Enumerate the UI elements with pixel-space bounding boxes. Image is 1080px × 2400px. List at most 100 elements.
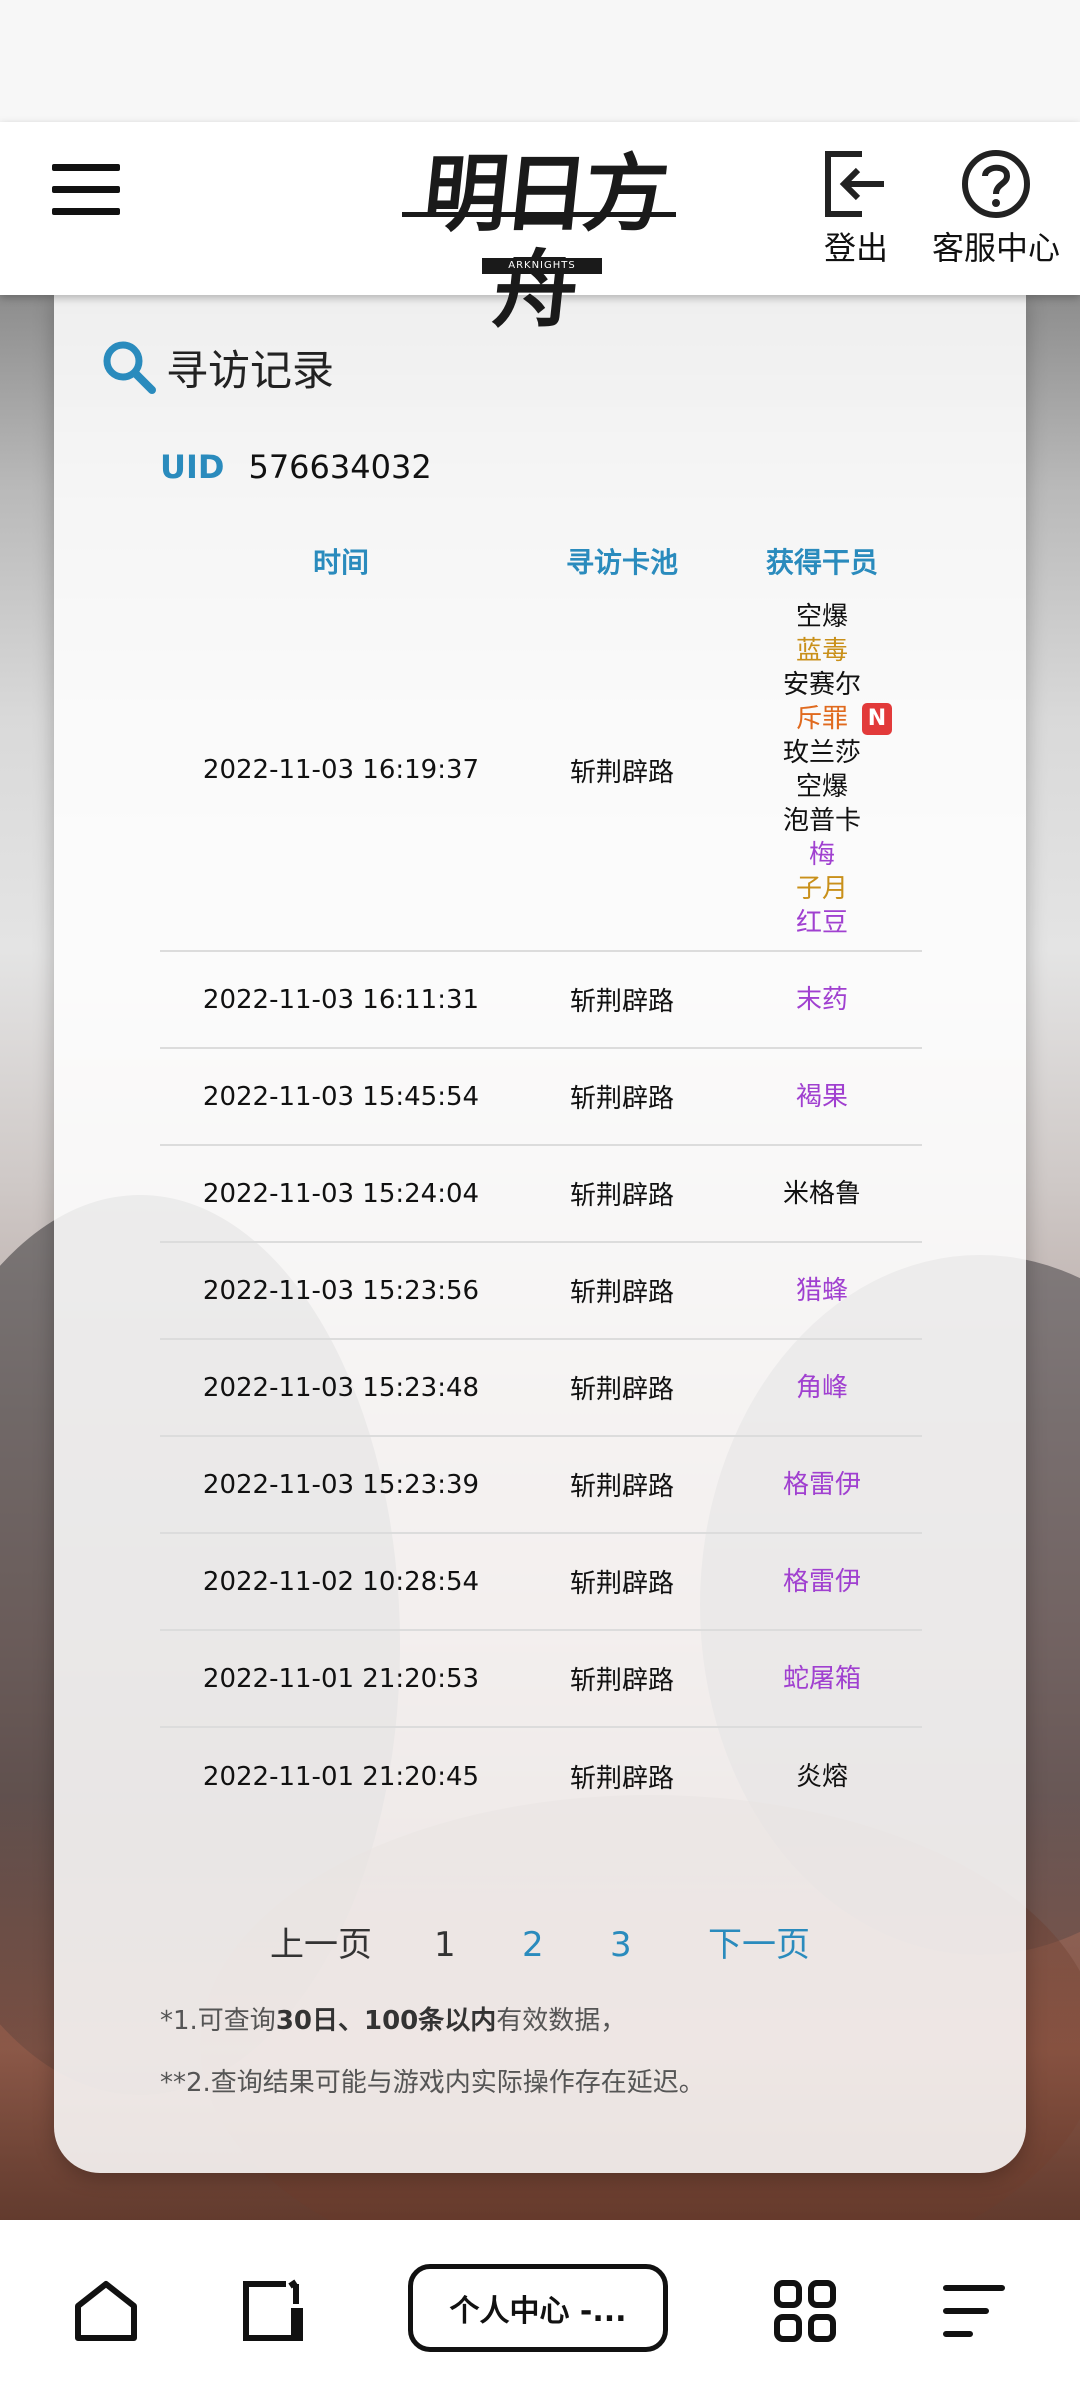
column-header-operators: 获得干员 — [765, 546, 878, 579]
bottom-nav: 个人中心 -... — [0, 2220, 1080, 2400]
record-time: 2022-11-01 21:20:45 — [202, 1761, 480, 1792]
apps-button[interactable] — [772, 2278, 838, 2348]
operator-name: 泡普卡 — [782, 806, 861, 836]
record-operators: 角峰 — [722, 1340, 922, 1435]
operator-name: 末药 — [795, 984, 848, 1015]
card-title: 寻访记录 — [100, 337, 334, 397]
operator-name: 蓝毒 — [795, 636, 848, 666]
operator-name: 子月 — [795, 874, 848, 904]
table-row: 2022-11-01 21:20:53 斩荆辟路 蛇屠箱 — [160, 1631, 922, 1728]
operator-name: 蛇屠箱 — [782, 1663, 861, 1694]
table-row: 2022-11-02 10:28:54 斩荆辟路 格雷伊 — [160, 1534, 922, 1631]
record-pool: 斩荆辟路 — [569, 1375, 674, 1405]
home-button[interactable] — [72, 2278, 140, 2348]
record-operators: 褐果 — [722, 1049, 922, 1144]
table-row: 2022-11-03 15:23:39 斩荆辟路 格雷伊 — [160, 1437, 922, 1534]
record-operators: 猎蜂 — [722, 1243, 922, 1338]
record-operators: 格雷伊 — [722, 1534, 922, 1629]
operator-name: 炎熔 — [795, 1761, 848, 1792]
prev-page-button[interactable]: 上一页 — [270, 1915, 372, 1975]
menu-icon[interactable] — [48, 160, 124, 220]
record-time: 2022-11-03 15:23:39 — [202, 1469, 480, 1500]
logo-text: 明日方舟 — [418, 144, 670, 339]
column-header-pool: 寻访卡池 — [565, 546, 678, 579]
table-row: 2022-11-03 16:19:37 斩荆辟路 空爆 蓝毒 安赛尔 斥罪 N 玫兰莎 空爆 泡普… — [160, 590, 922, 952]
record-pool: 斩荆辟路 — [569, 987, 674, 1017]
tab-icon — [243, 2279, 303, 2341]
record-pool: 斩荆辟路 — [569, 1472, 674, 1502]
apps-icon — [774, 2280, 836, 2342]
home-icon — [75, 2281, 137, 2341]
record-pool: 斩荆辟路 — [569, 757, 674, 788]
more-button[interactable] — [942, 2278, 1006, 2348]
note-query-limit: *1.可查询30日、100条以内有效数据， — [160, 2006, 627, 2036]
next-page-button[interactable]: 下一页 — [708, 1915, 810, 1975]
operator-name: 空爆 — [795, 602, 848, 632]
record-time: 2022-11-03 15:23:56 — [202, 1275, 480, 1306]
uid-value: 576634032 — [248, 448, 432, 486]
table-header: 时间 寻访卡池 获得干员 — [160, 537, 922, 589]
table-row: 2022-11-03 15:23:56 斩荆辟路 猎蜂 — [160, 1243, 922, 1340]
operator-name: 米格鲁 — [782, 1178, 861, 1209]
record-operators: 格雷伊 — [722, 1437, 922, 1532]
table-row: 2022-11-03 15:45:54 斩荆辟路 褐果 — [160, 1049, 922, 1146]
operator-name: 斥罪 N — [796, 702, 892, 736]
logout-label: 登出 — [823, 229, 888, 267]
logout-button[interactable]: 登出 — [786, 148, 926, 276]
table-row: 2022-11-03 16:11:31 斩荆辟路 末药 — [160, 952, 922, 1049]
record-time: 2022-11-03 15:24:04 — [202, 1178, 480, 1209]
operator-name: 格雷伊 — [782, 1566, 861, 1597]
service-label: 客服中心 — [931, 229, 1060, 267]
status-bar — [0, 0, 1080, 122]
note-delay: **2.查询结果可能与游戏内实际操作存在延迟。 — [160, 2068, 705, 2098]
record-operators: 空爆 蓝毒 安赛尔 斥罪 N 玫兰莎 空爆 泡普卡梅子月 红豆 — [722, 590, 922, 950]
operator-name: 褐果 — [795, 1081, 848, 1112]
help-icon — [962, 150, 1030, 218]
operator-name: 梅 — [808, 840, 835, 870]
record-pool: 斩荆辟路 — [569, 1569, 674, 1599]
operator-name: 猎蜂 — [795, 1275, 848, 1306]
customer-service-button[interactable]: 客服中心 — [916, 148, 1076, 276]
record-pool: 斩荆辟路 — [569, 1278, 674, 1308]
page-1-button[interactable]: 1 — [434, 1915, 456, 1975]
record-operators: 蛇屠箱 — [722, 1631, 922, 1726]
record-time: 2022-11-03 16:11:31 — [202, 984, 480, 1015]
logo: 明日方舟 ARKNIGHTS — [398, 140, 680, 339]
record-pool: 斩荆辟路 — [569, 1764, 674, 1794]
search-icon — [103, 341, 156, 394]
record-time: 2022-11-03 15:45:54 — [202, 1081, 480, 1112]
record-operators: 末药 — [722, 952, 922, 1047]
operator-name: 玫兰莎 — [782, 738, 861, 768]
operator-name: 格雷伊 — [782, 1469, 861, 1500]
operator-name: 安赛尔 — [782, 670, 861, 700]
record-operators: 米格鲁 — [722, 1146, 922, 1241]
operator-name: 角峰 — [795, 1372, 848, 1403]
pagination: 上一页 1 2 3 下一页 — [54, 1915, 1026, 1975]
new-badge: N — [862, 703, 892, 735]
headhunting-record-card: 寻访记录 UID 576634032 时间 寻访卡池 获得干员 2022-11-… — [54, 295, 1026, 2173]
record-pool: 斩荆辟路 — [569, 1181, 674, 1211]
record-time: 2022-11-03 16:19:37 — [202, 755, 480, 785]
record-time: 2022-11-03 15:23:48 — [202, 1372, 480, 1403]
record-pool: 斩荆辟路 — [569, 1084, 674, 1114]
record-operators: 炎熔 — [722, 1728, 922, 1825]
logout-icon — [825, 151, 884, 217]
operator-name: 红豆 — [795, 908, 848, 938]
operator-name: 空爆 — [795, 772, 848, 802]
page-2-button[interactable]: 2 — [522, 1915, 544, 1975]
personal-center-tab[interactable]: 个人中心 -... — [408, 2264, 668, 2352]
record-time: 2022-11-01 21:20:53 — [202, 1663, 480, 1694]
uid-label: UID — [160, 448, 225, 486]
uid-row: UID 576634032 — [160, 445, 432, 489]
more-icon — [943, 2285, 1005, 2337]
logo-subtitle: ARKNIGHTS — [482, 258, 602, 274]
tabs-button[interactable] — [240, 2278, 306, 2348]
page-title: 寻访记录 — [166, 345, 335, 395]
column-header-time: 时间 — [312, 546, 369, 579]
page-3-button[interactable]: 3 — [610, 1915, 632, 1975]
table-row: 2022-11-01 21:20:45 斩荆辟路 炎熔 — [160, 1728, 922, 1825]
table-row: 2022-11-03 15:23:48 斩荆辟路 角峰 — [160, 1340, 922, 1437]
record-pool: 斩荆辟路 — [569, 1666, 674, 1696]
table-row: 2022-11-03 15:24:04 斩荆辟路 米格鲁 — [160, 1146, 922, 1243]
header: 明日方舟 ARKNIGHTS 登出 客服中心 — [0, 122, 1080, 339]
